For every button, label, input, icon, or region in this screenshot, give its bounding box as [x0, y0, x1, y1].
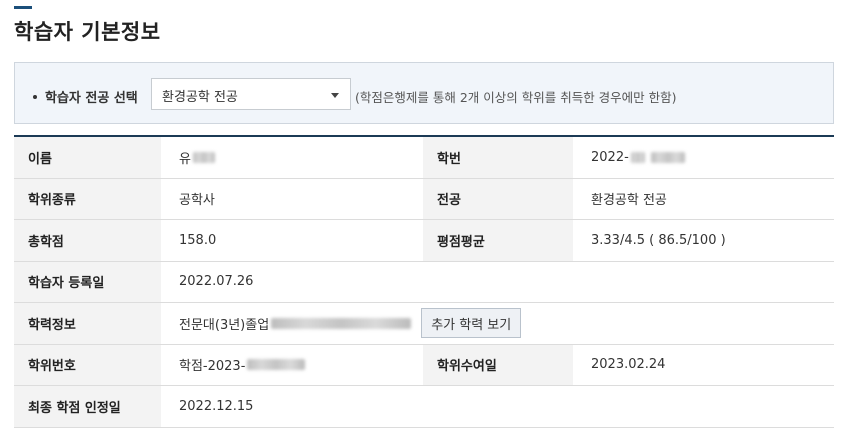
registration-date-value: 2022.07.26	[161, 261, 834, 302]
name-value-text: 유	[179, 151, 191, 167]
degree-number-label: 학위번호	[14, 344, 161, 385]
total-credits-label: 총학점	[14, 220, 161, 261]
bullet-icon	[33, 94, 37, 99]
redacted-blur	[192, 151, 215, 163]
final-credit-date-label: 최종 학점 인정일	[14, 386, 161, 427]
gpa-value: 3.33/4.5 ( 86.5/100 )	[573, 220, 834, 261]
major-dropdown-value: 환경공학 전공	[162, 90, 238, 105]
major-dropdown[interactable]: 환경공학 전공	[151, 78, 351, 110]
title-accent-bar	[14, 6, 32, 9]
name-label: 이름	[14, 137, 161, 178]
degree-award-date-value: 2023.02.24	[573, 344, 834, 385]
redacted-blur	[271, 317, 412, 329]
learner-info-table: 이름 유 학번 2022- 학위종류 공학사 전공 환경공학 전공 총학점 15…	[14, 135, 834, 428]
table-row: 학습자 등록일 2022.07.26	[14, 261, 834, 303]
table-row: 학위종류 공학사 전공 환경공학 전공	[14, 178, 834, 220]
table-row: 최종 학점 인정일 2022.12.15	[14, 386, 834, 428]
major-label: 전공	[423, 178, 573, 219]
redacted-blur	[650, 151, 685, 163]
major-select-label: 학습자 전공 선택	[33, 87, 138, 106]
registration-date-label: 학습자 등록일	[14, 261, 161, 302]
table-row: 학위번호 학점-2023- 학위수여일 2023.02.24	[14, 344, 834, 386]
redacted-blur	[630, 151, 645, 163]
chevron-down-icon	[331, 93, 339, 98]
degree-type-value: 공학사	[161, 178, 423, 219]
name-value: 유	[161, 137, 423, 178]
major-value: 환경공학 전공	[573, 178, 834, 219]
education-value: 전문대(3년)졸업 추가 학력 보기	[161, 303, 834, 344]
student-id-label: 학번	[423, 137, 573, 178]
final-credit-date-value: 2022.12.15	[161, 386, 834, 427]
major-select-panel: 학습자 전공 선택 환경공학 전공 (학점은행제를 통해 2개 이상의 학위를 …	[14, 62, 834, 124]
degree-award-date-label: 학위수여일	[423, 344, 573, 385]
gpa-label: 평점평균	[423, 220, 573, 261]
degree-type-label: 학위종류	[14, 178, 161, 219]
major-select-note: (학점은행제를 통해 2개 이상의 학위를 취득한 경우에만 한함)	[355, 90, 677, 105]
degree-number-value: 학점-2023-	[161, 344, 423, 385]
page-title: 학습자 기본정보	[14, 20, 161, 44]
table-row: 이름 유 학번 2022-	[14, 137, 834, 179]
education-value-text: 전문대(3년)졸업	[179, 317, 270, 333]
redacted-blur	[247, 359, 306, 371]
major-select-label-text: 학습자 전공 선택	[45, 91, 138, 106]
more-education-button[interactable]: 추가 학력 보기	[421, 308, 522, 339]
table-row: 총학점 158.0 평점평균 3.33/4.5 ( 86.5/100 )	[14, 220, 834, 262]
student-id-value-text: 2022-	[591, 149, 629, 165]
student-id-value: 2022-	[573, 137, 834, 178]
degree-number-value-text: 학점-2023-	[179, 359, 246, 375]
total-credits-value: 158.0	[161, 220, 423, 261]
table-row: 학력정보 전문대(3년)졸업 추가 학력 보기	[14, 303, 834, 345]
education-label: 학력정보	[14, 303, 161, 344]
